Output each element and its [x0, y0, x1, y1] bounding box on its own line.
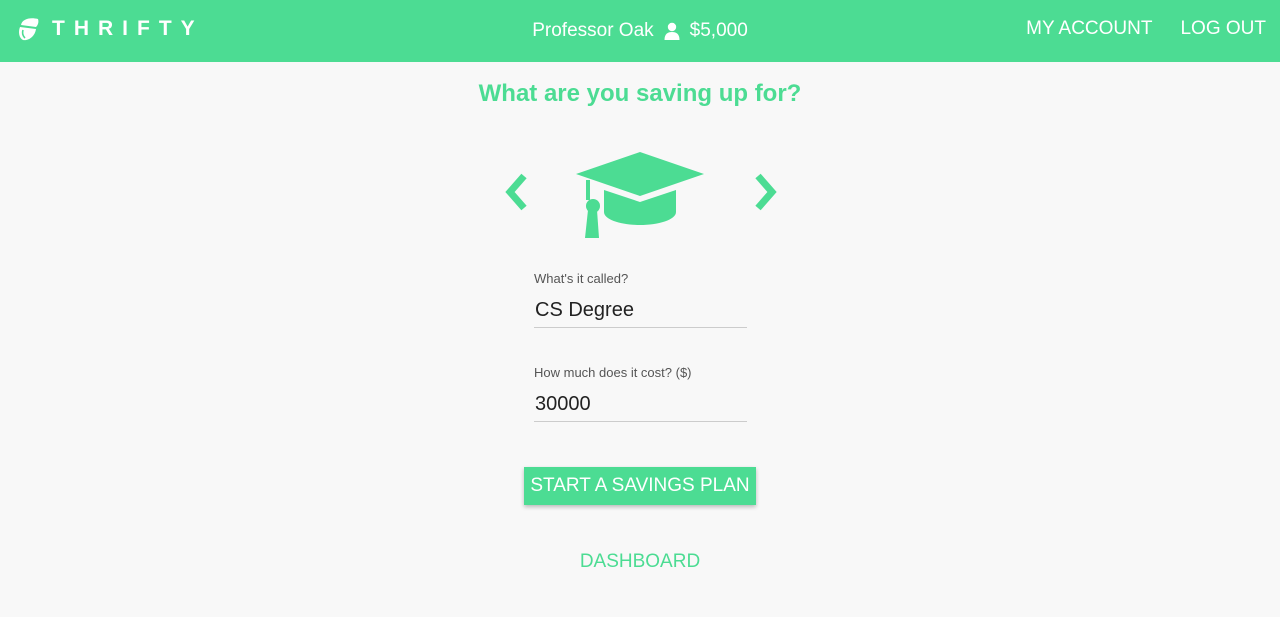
user-name: Professor Oak	[532, 20, 654, 41]
goal-cost-label: How much does it cost? ($)	[534, 365, 692, 380]
nav-links: MY ACCOUNT LOG OUT	[998, 16, 1266, 42]
logout-link[interactable]: LOG OUT	[1180, 18, 1266, 40]
start-savings-plan-button[interactable]: START A SAVINGS PLAN	[524, 467, 756, 505]
brand[interactable]: THRIFTY	[16, 15, 204, 43]
dashboard-link[interactable]: DASHBOARD	[0, 551, 1280, 573]
account-balance: $5,000	[689, 20, 748, 41]
goal-name-field-group: What's it called?	[534, 270, 747, 328]
top-navbar: THRIFTY Professor Oak $5,000 MY ACCOUNT …	[0, 0, 1280, 62]
my-account-link[interactable]: MY ACCOUNT	[1026, 18, 1152, 40]
chevron-right-icon	[755, 173, 777, 211]
graduation-cap-icon	[576, 152, 704, 238]
goal-icon-display	[574, 150, 706, 240]
page-heading: What are you saving up for?	[478, 80, 802, 107]
previous-goal-button[interactable]	[500, 172, 532, 212]
goal-cost-input[interactable]	[534, 388, 747, 422]
brand-name: THRIFTY	[52, 17, 204, 40]
goal-name-input[interactable]	[534, 294, 747, 328]
goal-name-label: What's it called?	[534, 271, 629, 286]
goal-cost-field-group: How much does it cost? ($)	[534, 364, 747, 422]
chevron-left-icon	[505, 173, 527, 211]
acorn-logo-icon	[19, 18, 39, 41]
next-goal-button[interactable]	[750, 172, 782, 212]
user-icon	[664, 22, 680, 40]
